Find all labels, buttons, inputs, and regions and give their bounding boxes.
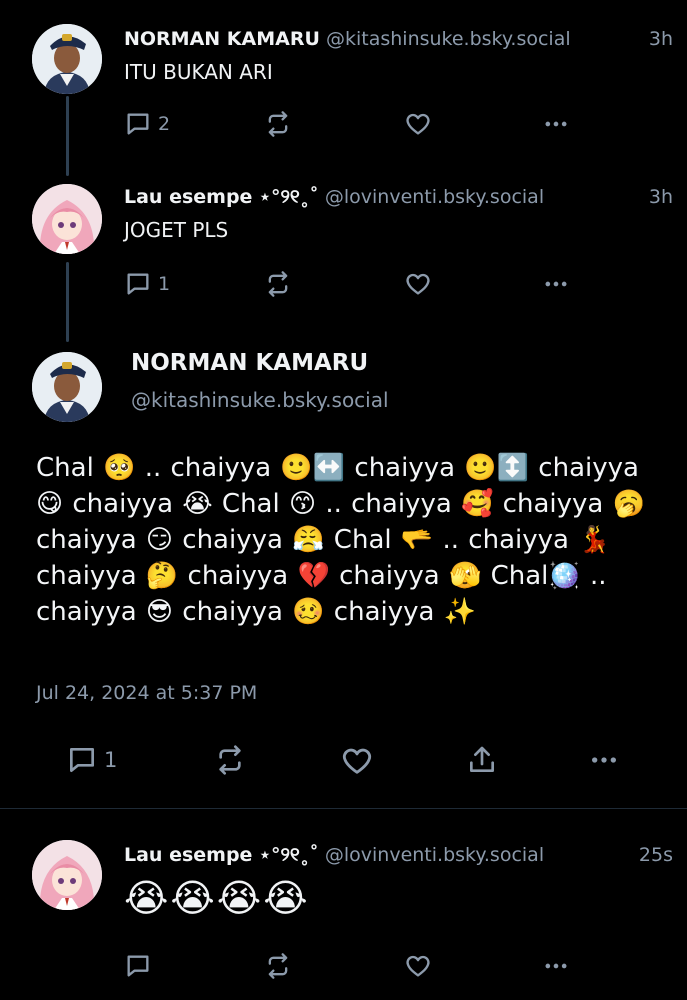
avatar[interactable]	[32, 840, 102, 910]
post-time: 25s	[638, 844, 673, 866]
more-options-button[interactable]	[588, 744, 620, 776]
repost-icon	[219, 745, 241, 775]
main-author-handle[interactable]: @kitashinsuke.bsky.social	[131, 388, 389, 412]
post-text: ITU BUKAN ARI	[124, 60, 273, 84]
avatar[interactable]	[32, 184, 102, 254]
more-dots-icon	[545, 963, 567, 969]
post-actions	[124, 952, 594, 982]
heart-icon	[342, 748, 372, 774]
author-name[interactable]: NORMAN KAMARU	[124, 28, 320, 50]
more-options-button[interactable]	[542, 270, 570, 298]
avatar[interactable]	[32, 24, 102, 94]
share-button[interactable]	[466, 744, 498, 776]
repost-icon	[268, 111, 288, 137]
anime-girl-avatar-icon	[32, 840, 102, 910]
heart-icon	[406, 273, 430, 295]
reply-count: 2	[158, 113, 171, 135]
more-options-button[interactable]	[542, 952, 570, 980]
author-handle[interactable]: @kitashinsuke.bsky.social	[326, 28, 571, 50]
reply-button[interactable]: 1	[124, 270, 170, 298]
post-actions: 2	[124, 110, 594, 140]
author-name[interactable]: Lau esempe ⋆°୨୧˳˚	[124, 186, 319, 208]
post-time: 3h	[648, 186, 673, 208]
more-options-button[interactable]	[542, 110, 570, 138]
man-avatar-icon	[32, 352, 102, 422]
reply-button[interactable]: 1	[66, 744, 117, 776]
repost-button[interactable]	[264, 110, 292, 138]
post-header: NORMAN KAMARU @kitashinsuke.bsky.social …	[124, 26, 673, 52]
main-post-date: Jul 24, 2024 at 5:37 PM	[36, 682, 258, 704]
like-button[interactable]	[404, 110, 432, 138]
repost-icon	[268, 271, 288, 297]
like-button[interactable]	[404, 952, 432, 980]
post-time: 3h	[648, 28, 673, 50]
author-name[interactable]: Lau esempe ⋆°୨୧˳˚	[124, 844, 319, 866]
avatar[interactable]	[32, 352, 102, 422]
reply-button[interactable]: 2	[124, 110, 170, 138]
post-header: Lau esempe ⋆°୨୧˳˚ @lovinventi.bsky.socia…	[124, 184, 673, 210]
more-dots-icon	[545, 121, 567, 127]
post-actions: 1	[124, 270, 594, 300]
post-text: 😭😭😭😭	[124, 876, 310, 920]
reply-count: 1	[104, 748, 118, 772]
repost-button[interactable]	[264, 952, 292, 980]
author-handle[interactable]: @lovinventi.bsky.social	[325, 186, 544, 208]
post-text: JOGET PLS	[124, 218, 229, 242]
repost-icon	[268, 953, 288, 979]
heart-icon	[406, 955, 430, 977]
more-dots-icon	[592, 757, 616, 763]
thread-post[interactable]: NORMAN KAMARU @kitashinsuke.bsky.social …	[0, 0, 687, 170]
post-header: Lau esempe ⋆°୨୧˳˚ @lovinventi.bsky.socia…	[124, 842, 673, 868]
main-author-name[interactable]: NORMAN KAMARU	[131, 350, 368, 376]
reply-post[interactable]: Lau esempe ⋆°୨୧˳˚ @lovinventi.bsky.socia…	[0, 820, 687, 1000]
share-icon	[470, 746, 494, 772]
anime-girl-avatar-icon	[32, 184, 102, 254]
thread-post[interactable]: Lau esempe ⋆°୨୧˳˚ @lovinventi.bsky.socia…	[0, 170, 687, 340]
heart-icon	[406, 113, 430, 135]
main-post-text: Chal 🥺 .. chaiyya 🙂↔️ chaiyya 🙂↕️ chaiyy…	[36, 453, 645, 627]
more-dots-icon	[545, 281, 567, 287]
repost-button[interactable]	[214, 744, 246, 776]
reply-button[interactable]	[124, 952, 152, 980]
reply-count: 1	[158, 273, 171, 295]
man-avatar-icon	[32, 24, 102, 94]
reply-icon	[127, 273, 149, 295]
reply-icon	[127, 113, 149, 135]
divider	[0, 808, 687, 809]
reply-icon	[127, 955, 149, 977]
reply-icon	[70, 748, 94, 772]
author-handle[interactable]: @lovinventi.bsky.social	[325, 844, 544, 866]
repost-button[interactable]	[264, 270, 292, 298]
main-post-actions: 1	[66, 744, 626, 776]
like-button[interactable]	[340, 744, 374, 778]
like-button[interactable]	[404, 270, 432, 298]
